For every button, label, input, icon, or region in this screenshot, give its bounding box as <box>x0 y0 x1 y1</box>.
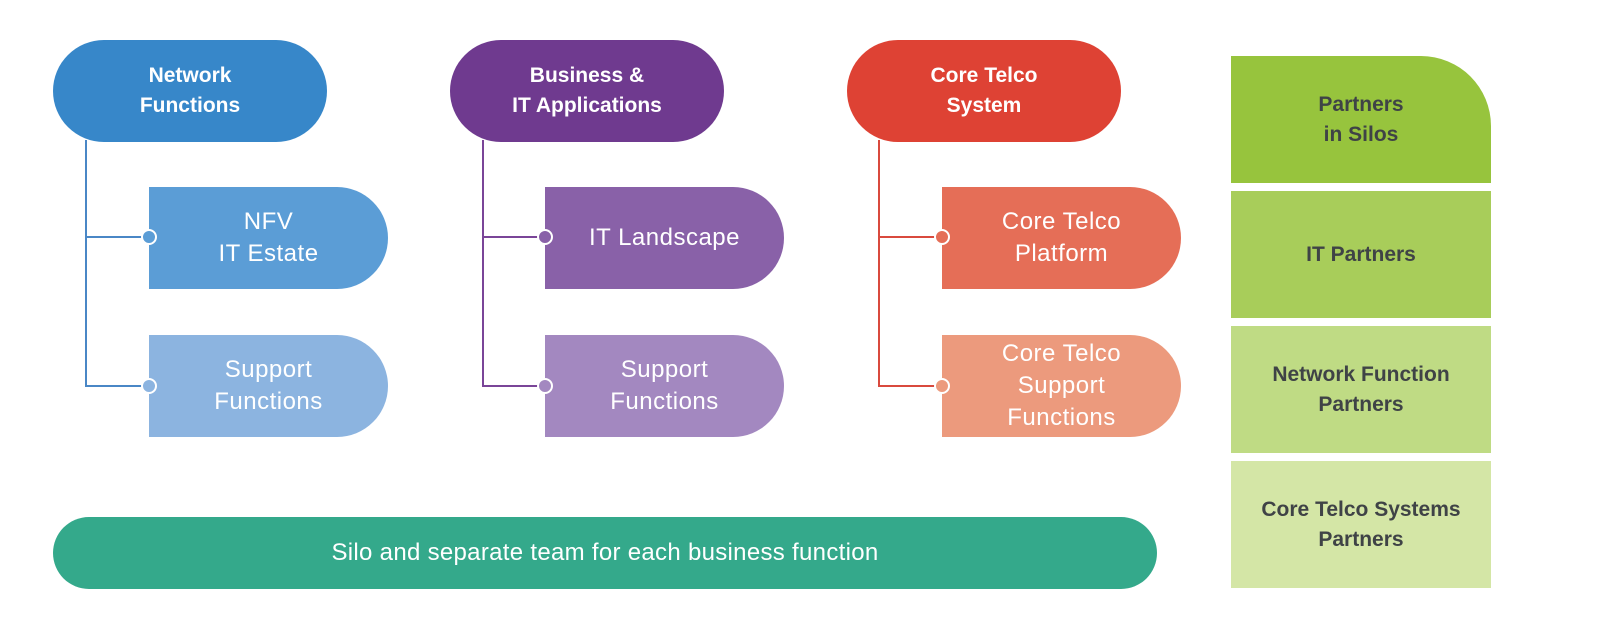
connector-dot-icon <box>141 378 157 394</box>
connector-horizontal-line <box>878 236 942 238</box>
silo-summary-bar: Silo and separate team for each business… <box>53 517 1157 589</box>
header-business-it-applications: Business & IT Applications <box>450 40 724 142</box>
core-telco-systems-partners: Core Telco Systems Partners <box>1231 461 1491 588</box>
node-nfv-it-estate: NFV IT Estate <box>149 187 388 289</box>
connector-vertical-line <box>85 140 87 387</box>
connector-horizontal-line <box>878 385 942 387</box>
it-partners: IT Partners <box>1231 191 1491 318</box>
connector-vertical-line <box>482 140 484 387</box>
network-function-partners: Network Function Partners <box>1231 326 1491 453</box>
connector-dot-icon <box>934 378 950 394</box>
connector-horizontal-line <box>85 236 149 238</box>
connector-dot-icon <box>537 378 553 394</box>
connector-dot-icon <box>934 229 950 245</box>
node-core-telco-support-functions: Core Telco Support Functions <box>942 335 1181 437</box>
connector-vertical-line <box>878 140 880 387</box>
silo-summary-label: Silo and separate team for each business… <box>331 539 879 566</box>
connector-horizontal-line <box>85 385 149 387</box>
node-support-functions: Support Functions <box>149 335 388 437</box>
connector-dot-icon <box>141 229 157 245</box>
node-it-landscape: IT Landscape <box>545 187 784 289</box>
node-core-telco-platform: Core Telco Platform <box>942 187 1181 289</box>
node-support-functions: Support Functions <box>545 335 784 437</box>
connector-dot-icon <box>537 229 553 245</box>
header-network-functions: Network Functions <box>53 40 327 142</box>
partners-in-silos: Partners in Silos <box>1231 56 1491 183</box>
header-core-telco-system: Core Telco System <box>847 40 1121 142</box>
